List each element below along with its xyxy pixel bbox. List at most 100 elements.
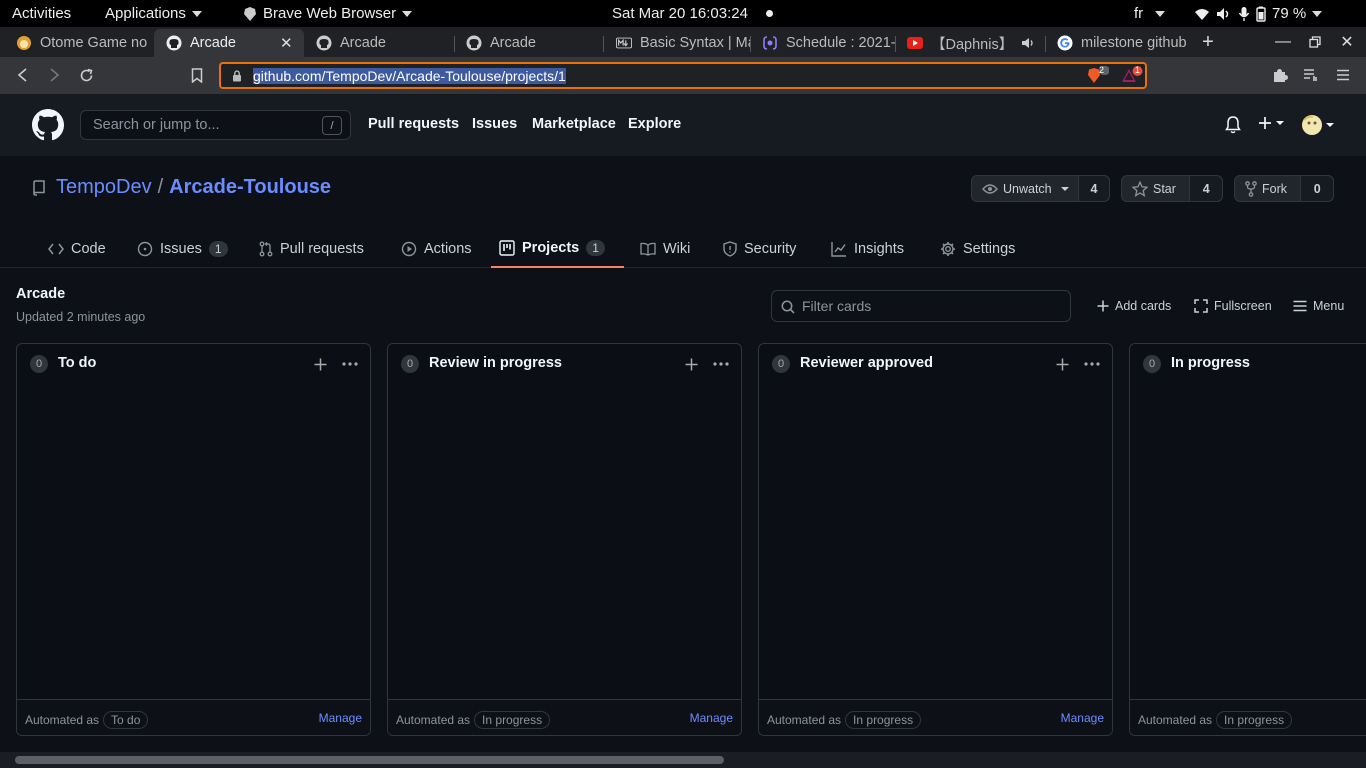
search-placeholder: Search or jump to... (93, 117, 220, 133)
fork-button[interactable]: Fork 0 (1234, 175, 1334, 202)
tab-projects[interactable]: Projects 1 (491, 230, 624, 268)
star-button[interactable]: Star 4 (1121, 175, 1223, 202)
filter-cards-input[interactable] (802, 296, 1062, 316)
browser-tab[interactable]: Otome Game no (4, 29, 154, 57)
column-title: Reviewer approved (800, 355, 933, 371)
filter-cards-field[interactable] (771, 290, 1071, 322)
tab-wiki[interactable]: Wiki (632, 230, 698, 268)
tab-title: Schedule : 2021-( (786, 35, 895, 51)
project-title[interactable]: Arcade (16, 286, 65, 302)
repo-owner-link[interactable]: TempoDev (56, 176, 152, 199)
reload-button[interactable] (74, 63, 98, 87)
manage-automation-link[interactable]: Manage (690, 711, 733, 725)
tab-title: Arcade (340, 35, 386, 51)
address-bar[interactable]: github.com/TempoDev/Arcade-Toulouse/proj… (219, 62, 1147, 89)
chevron-down-icon (1312, 10, 1323, 17)
tab-code[interactable]: Code (40, 230, 114, 268)
add-cards-button[interactable]: Add cards (1097, 296, 1171, 316)
github-search-input[interactable]: Search or jump to... / (80, 110, 351, 140)
restore-icon (1309, 36, 1321, 48)
minimize-button[interactable]: — (1267, 27, 1299, 57)
status-menu[interactable]: 79 % (1194, 0, 1323, 27)
restore-button[interactable] (1299, 27, 1331, 57)
forward-button[interactable] (42, 63, 66, 87)
tab-label: Wiki (663, 241, 691, 257)
puzzle-icon (1272, 67, 1288, 83)
scrollbar-thumb[interactable] (15, 756, 724, 764)
fullscreen-button[interactable]: Fullscreen (1194, 296, 1272, 316)
playlist-button[interactable] (1299, 63, 1323, 87)
tab-insights[interactable]: Insights (823, 230, 912, 268)
tab-actions[interactable]: Actions (393, 230, 480, 268)
browser-app-label: Brave Web Browser (263, 5, 397, 22)
otome-favicon-icon (16, 35, 32, 51)
manage-automation-link[interactable]: Manage (1061, 711, 1104, 725)
new-tab-button[interactable]: + (1192, 27, 1224, 57)
star-count[interactable]: 4 (1189, 176, 1222, 201)
browser-tab[interactable]: Arcade (454, 29, 604, 57)
add-card-plus-icon[interactable] (1052, 354, 1072, 374)
automated-as-label: Automated as (767, 713, 842, 727)
clock[interactable]: Sat Mar 20 16:03:24 (612, 0, 748, 27)
bell-icon[interactable] (1225, 116, 1241, 134)
browser-tab[interactable]: 【Daphnis】 (895, 29, 1045, 57)
add-card-plus-icon[interactable] (310, 354, 330, 374)
tab-title: Otome Game no (40, 35, 148, 51)
watch-count[interactable]: 4 (1078, 176, 1109, 201)
column-kebab-icon[interactable] (1082, 354, 1102, 374)
play-icon (401, 241, 417, 257)
activities-button[interactable]: Activities (12, 0, 71, 27)
user-menu-button[interactable] (1302, 115, 1334, 135)
tab-issues[interactable]: Issues 1 (129, 230, 236, 268)
plus-icon (1258, 116, 1272, 130)
brave-shields-icon[interactable] (1087, 66, 1109, 86)
star-label: Star (1153, 181, 1176, 196)
close-window-button[interactable]: ✕ (1331, 27, 1363, 57)
browser-tab[interactable]: Arcade (304, 29, 454, 57)
browser-tab-active[interactable]: Arcade ✕ (154, 29, 304, 57)
browser-menu-button[interactable] (1331, 63, 1355, 87)
tab-security[interactable]: Security (715, 230, 804, 268)
google-icon (1057, 35, 1073, 51)
tab-settings[interactable]: Settings (932, 230, 1023, 268)
shield-icon (723, 241, 737, 257)
back-button[interactable] (11, 63, 35, 87)
browser-tab[interactable]: Basic Syntax | Ma (604, 29, 750, 57)
horizontal-scrollbar[interactable] (0, 752, 1366, 768)
fork-count[interactable]: 0 (1300, 176, 1333, 201)
column-kebab-icon[interactable] (711, 354, 731, 374)
clock-label: Sat Mar 20 16:03:24 (612, 5, 748, 22)
watch-button[interactable]: Unwatch 4 (971, 175, 1110, 202)
repo-name-link[interactable]: Arcade-Toulouse (169, 176, 331, 199)
hamburger-icon (1293, 300, 1307, 312)
close-icon[interactable]: ✕ (280, 34, 293, 52)
github-logo-icon[interactable] (32, 109, 64, 141)
keyboard-layout-menu[interactable]: fr (1134, 0, 1166, 27)
activities-label: Activities (12, 5, 72, 22)
battery-icon (1256, 6, 1266, 22)
tab-pull-requests[interactable]: Pull requests (251, 230, 372, 268)
keyboard-layout-label: fr (1134, 5, 1144, 22)
column-card-count: 0 (401, 355, 419, 373)
applications-menu[interactable]: Applications (105, 0, 202, 27)
minimize-icon: — (1275, 33, 1291, 50)
nav-marketplace[interactable]: Marketplace (532, 116, 616, 132)
browser-tab[interactable]: Schedule : 2021-( (750, 29, 895, 57)
create-new-button[interactable] (1258, 116, 1284, 130)
column-kebab-icon[interactable] (340, 354, 360, 374)
avatar (1302, 115, 1322, 135)
extensions-button[interactable] (1268, 63, 1292, 87)
add-card-plus-icon[interactable] (681, 354, 701, 374)
tab-title: Arcade (190, 35, 236, 51)
manage-automation-link[interactable]: Manage (319, 711, 362, 725)
nav-pull-requests[interactable]: Pull requests (368, 116, 459, 132)
project-menu-button[interactable]: Menu (1293, 296, 1344, 316)
nav-issues[interactable]: Issues (472, 116, 517, 132)
nav-explore[interactable]: Explore (628, 116, 681, 132)
url-text[interactable]: github.com/TempoDev/Arcade-Toulouse/proj… (253, 68, 566, 84)
speaker-icon[interactable] (1021, 37, 1035, 49)
browser-tab[interactable]: milestone github (1045, 29, 1192, 57)
bookmark-button[interactable] (185, 63, 209, 87)
browser-app-menu[interactable]: Brave Web Browser (243, 0, 413, 27)
github-icon (316, 35, 332, 51)
